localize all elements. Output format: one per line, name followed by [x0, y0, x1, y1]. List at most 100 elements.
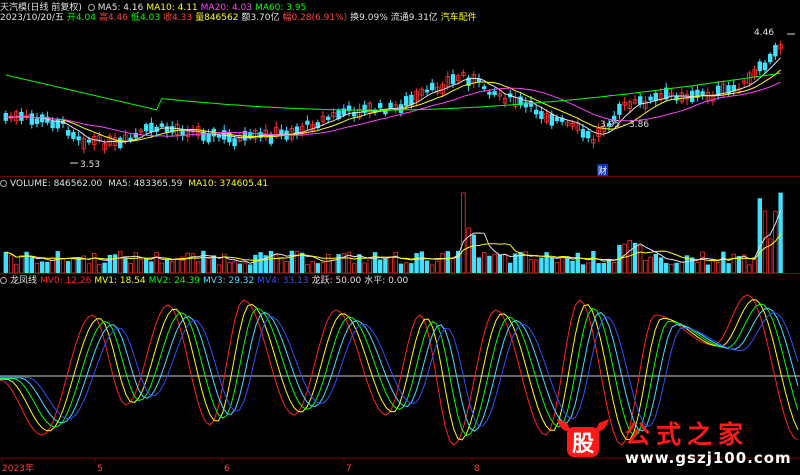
volume-bar	[169, 260, 175, 273]
price-low-label: 3.53	[80, 160, 101, 170]
volume-bar	[658, 257, 664, 273]
volume-bar	[320, 262, 326, 273]
volume-bar	[216, 264, 222, 273]
volume-bar	[586, 262, 591, 273]
candle	[86, 139, 92, 143]
candle	[180, 129, 185, 137]
volume-bar	[71, 257, 76, 273]
volume-bar	[123, 258, 128, 273]
volume-bar	[118, 251, 123, 273]
volume-bar	[367, 257, 372, 273]
volume-bar	[60, 258, 66, 273]
volume-bar	[34, 263, 40, 273]
volume-chart[interactable]	[0, 188, 800, 273]
volume-bar	[253, 254, 258, 273]
volume-bar	[107, 254, 112, 273]
volume-bar	[502, 253, 508, 273]
axis-label: 2023年	[2, 462, 34, 474]
candle	[586, 131, 591, 139]
volume-bar	[591, 250, 596, 273]
candle	[232, 138, 237, 147]
volume-bar	[247, 264, 253, 273]
price-chart[interactable]	[0, 0, 800, 172]
volume-bar	[565, 256, 570, 273]
volume-bar	[206, 258, 211, 273]
volume-bar	[778, 192, 783, 273]
volume-indicator-separator	[0, 273, 800, 274]
volume-bar	[575, 252, 580, 273]
candle	[76, 136, 81, 141]
volume-bar	[237, 263, 242, 273]
candle	[450, 74, 456, 85]
volume-bar	[653, 253, 658, 273]
volume-bar	[40, 261, 45, 273]
watermark: 股 公式之家 www.gszj100.com	[553, 413, 791, 471]
volume-bar	[752, 258, 757, 273]
volume-bar	[164, 259, 170, 273]
volume-bar	[86, 263, 92, 273]
volume-bar	[403, 262, 409, 273]
volume-bar	[279, 257, 284, 273]
volume-bar	[492, 253, 497, 273]
volume-bar	[440, 253, 445, 273]
volume-bar	[539, 257, 544, 273]
volume-bar	[19, 255, 24, 273]
volume-bar	[606, 260, 612, 273]
candle	[143, 124, 149, 132]
volume-bar	[362, 262, 367, 273]
candle	[403, 96, 409, 106]
volume-bar	[554, 262, 560, 273]
price-high-label: 4.46	[754, 28, 775, 38]
axis-label: 6	[224, 464, 230, 474]
candle	[580, 129, 586, 138]
candle	[768, 53, 773, 63]
volume-bar	[159, 262, 164, 273]
volume-bar	[289, 250, 294, 273]
candle	[29, 113, 34, 125]
candle	[549, 113, 554, 126]
volume-bar	[414, 253, 419, 273]
volume-settings-icon[interactable]	[0, 180, 7, 187]
volume-bar	[92, 252, 97, 273]
volume-bar	[487, 255, 492, 273]
volume-bar	[45, 261, 50, 273]
indicator-settings-icon[interactable]	[0, 277, 7, 284]
volume-bar	[372, 252, 378, 273]
volume-bar	[700, 251, 705, 273]
candle	[481, 86, 487, 90]
volume-bar	[128, 263, 133, 273]
candle	[773, 44, 778, 57]
volume-bar	[242, 262, 248, 273]
volume-bar	[143, 258, 149, 273]
candle	[66, 129, 71, 136]
volume-bar	[476, 257, 482, 273]
candle	[757, 61, 762, 72]
volume-bar	[211, 255, 216, 273]
volume-bar	[560, 256, 565, 273]
candle	[377, 103, 383, 109]
logo-text: 股	[572, 431, 594, 457]
volume-bar	[513, 253, 518, 273]
candle	[206, 133, 211, 143]
volume-bar	[175, 257, 180, 273]
volume-bar	[528, 258, 534, 273]
volume-bar	[310, 261, 315, 273]
volume-bar	[507, 262, 513, 273]
watermark-title: 公式之家	[625, 420, 750, 449]
volume-bar	[102, 262, 107, 273]
volume-bar	[273, 254, 279, 273]
candle	[554, 116, 560, 122]
volume-bar	[429, 264, 435, 273]
candle	[305, 120, 310, 125]
candle	[534, 109, 539, 115]
volume-bar	[325, 254, 331, 273]
candle	[762, 62, 768, 71]
volume-bar	[648, 256, 653, 273]
volume-bar	[721, 251, 726, 273]
candle	[50, 121, 55, 129]
candle	[429, 82, 435, 91]
volume-bar	[627, 240, 632, 273]
volume-bar	[149, 261, 154, 273]
volume-bar	[419, 251, 424, 273]
volume-bar	[299, 252, 305, 273]
